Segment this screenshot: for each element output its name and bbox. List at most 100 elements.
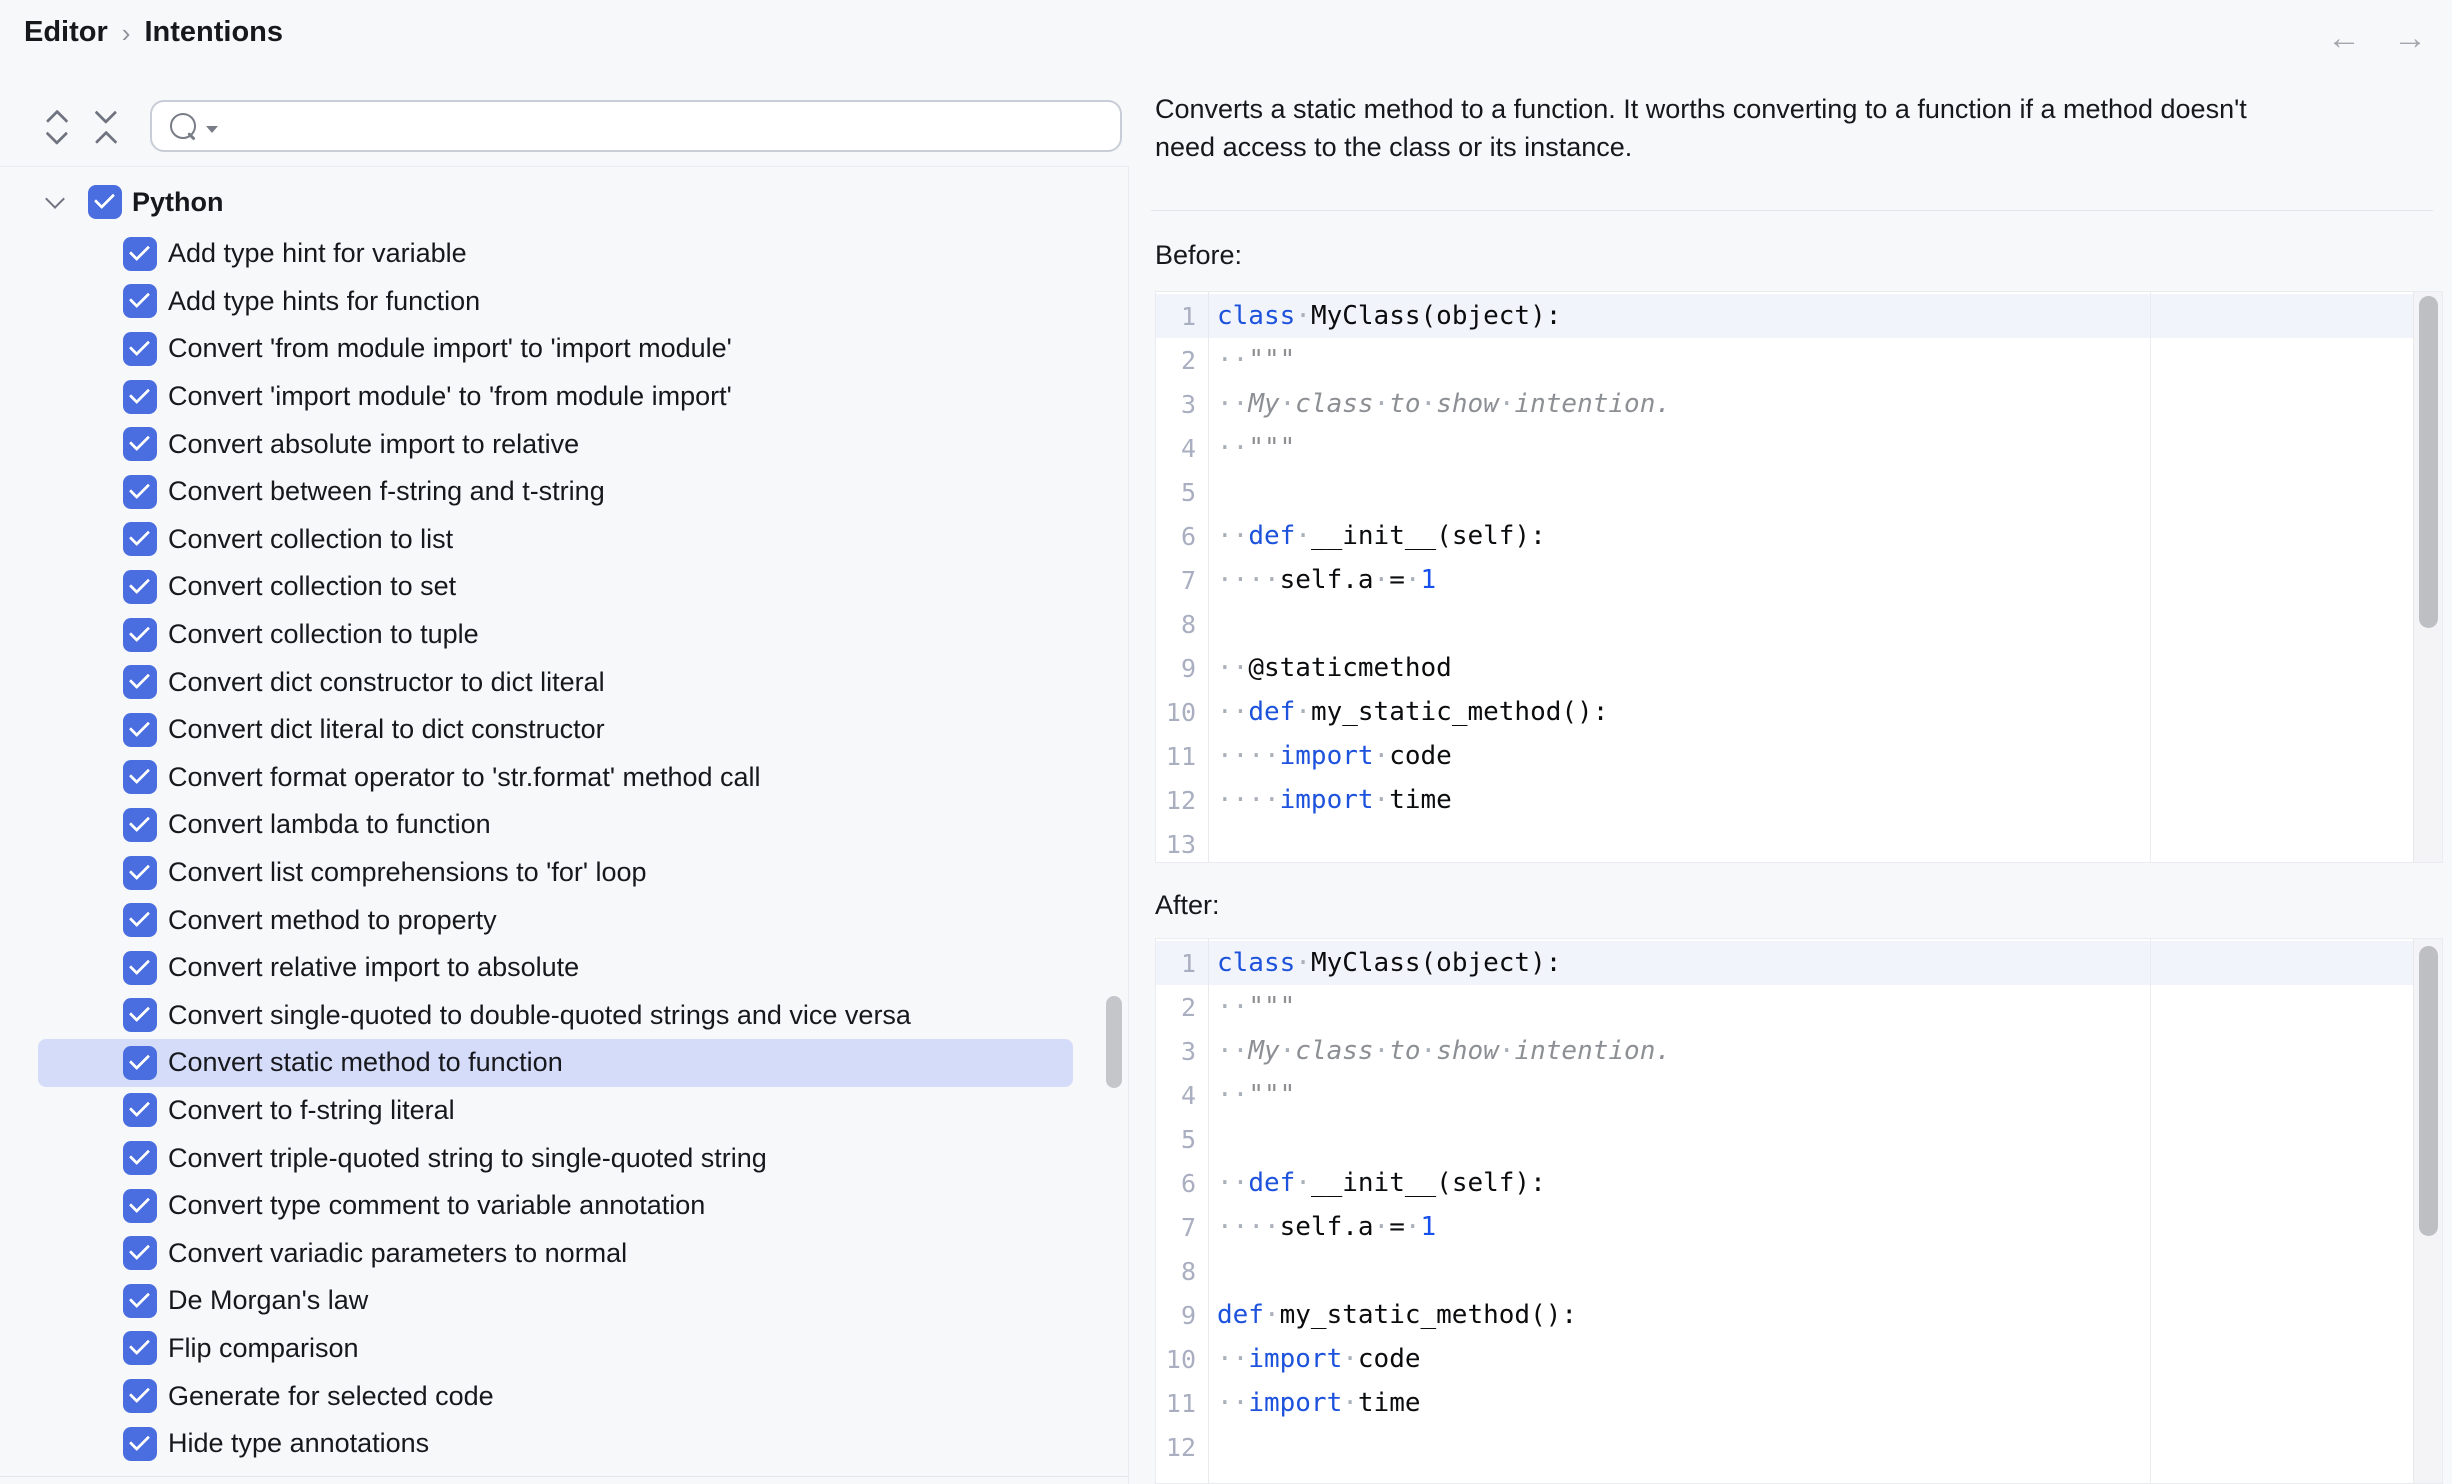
- checkbox-checked[interactable]: [123, 665, 157, 699]
- checkbox-checked[interactable]: [123, 332, 157, 366]
- intention-row[interactable]: Convert 'import module' to 'from module …: [38, 373, 1073, 421]
- checkbox-checked[interactable]: [123, 475, 157, 509]
- intention-row[interactable]: Add type hint for variable: [38, 230, 1073, 278]
- checkbox-checked[interactable]: [123, 1331, 157, 1365]
- code-line: 5: [1156, 470, 2414, 514]
- intention-row[interactable]: Add type hints for function: [38, 278, 1073, 326]
- after-code-editor: 1class·MyClass(object):2··"""3··My·class…: [1155, 938, 2443, 1484]
- code-line: 8: [1156, 1249, 2414, 1293]
- code-line: 2··""": [1156, 985, 2414, 1029]
- checkbox-checked[interactable]: [123, 427, 157, 461]
- intention-row[interactable]: Generate for selected code: [38, 1372, 1073, 1420]
- checkbox-checked[interactable]: [123, 1189, 157, 1223]
- intention-row[interactable]: Convert between f-string and t-string: [38, 468, 1073, 516]
- code-line: 7····self.a·=·1: [1156, 1205, 2414, 1249]
- intention-label: Convert collection to list: [168, 524, 453, 555]
- checkbox-checked[interactable]: [123, 760, 157, 794]
- intention-row[interactable]: Convert 'from module import' to 'import …: [38, 325, 1073, 373]
- editor-scrollbar-thumb[interactable]: [2419, 946, 2438, 1236]
- intention-detail-panel: Converts a static method to a function. …: [1128, 0, 2452, 1484]
- tree-scrollbar-thumb[interactable]: [1106, 996, 1122, 1088]
- checkbox-python[interactable]: [88, 185, 122, 219]
- checkbox-checked[interactable]: [123, 522, 157, 556]
- line-number: 12: [1156, 1433, 1208, 1462]
- intention-row[interactable]: Convert dict constructor to dict literal: [38, 658, 1073, 706]
- checkbox-checked[interactable]: [123, 856, 157, 890]
- intention-row[interactable]: Hide type annotations: [38, 1420, 1073, 1468]
- intention-row[interactable]: Convert single-quoted to double-quoted s…: [38, 992, 1073, 1040]
- intention-row[interactable]: Convert triple-quoted string to single-q…: [38, 1134, 1073, 1182]
- intention-row[interactable]: Convert relative import to absolute: [38, 944, 1073, 992]
- intention-row[interactable]: Convert format operator to 'str.format' …: [38, 754, 1073, 802]
- collapse-all-icon[interactable]: [88, 109, 124, 145]
- checkbox-checked[interactable]: [123, 1046, 157, 1080]
- breadcrumb-editor[interactable]: Editor: [24, 16, 108, 49]
- checkbox-checked[interactable]: [123, 237, 157, 271]
- intention-label: Generate for selected code: [168, 1381, 494, 1412]
- checkbox-checked[interactable]: [123, 1284, 157, 1318]
- line-number: 6: [1156, 522, 1208, 551]
- search-icon[interactable]: [170, 113, 196, 139]
- search-input[interactable]: [228, 105, 1120, 147]
- before-code-editor: 1class·MyClass(object):2··"""3··My·class…: [1155, 291, 2443, 863]
- checkbox-checked[interactable]: [123, 284, 157, 318]
- intention-row[interactable]: Convert method to property: [38, 896, 1073, 944]
- code-line: 9def·my_static_method():: [1156, 1293, 2414, 1337]
- intention-row[interactable]: De Morgan's law: [38, 1277, 1073, 1325]
- search-box[interactable]: [150, 100, 1122, 152]
- intention-row[interactable]: Convert lambda to function: [38, 801, 1073, 849]
- intention-row[interactable]: Convert collection to set: [38, 563, 1073, 611]
- intention-row[interactable]: Convert to f-string literal: [38, 1087, 1073, 1135]
- checkbox-checked[interactable]: [123, 1141, 157, 1175]
- intention-row[interactable]: Convert dict literal to dict constructor: [38, 706, 1073, 754]
- checkbox-checked[interactable]: [123, 570, 157, 604]
- code-line: 7····self.a·=·1: [1156, 558, 2414, 602]
- line-number: 12: [1156, 786, 1208, 815]
- line-number: 6: [1156, 1169, 1208, 1198]
- line-number: 4: [1156, 434, 1208, 463]
- breadcrumb-separator-icon: ›: [122, 16, 131, 49]
- detail-divider: [1151, 210, 2433, 211]
- tree-bottom-divider: [0, 1476, 1128, 1477]
- intention-row[interactable]: Convert list comprehensions to 'for' loo…: [38, 849, 1073, 897]
- after-label: After:: [1155, 890, 1220, 921]
- chevron-down-icon[interactable]: [45, 189, 65, 209]
- search-options-caret-icon[interactable]: [206, 126, 218, 133]
- expand-all-icon[interactable]: [39, 109, 75, 145]
- code-text: ··My·class·to·show·intention.: [1208, 389, 1671, 419]
- editor-scrollbar-track[interactable]: [2413, 939, 2442, 1483]
- intention-row[interactable]: Convert static method to function: [38, 1039, 1073, 1087]
- line-number: 10: [1156, 1345, 1208, 1374]
- checkbox-checked[interactable]: [123, 808, 157, 842]
- tree-group-python[interactable]: Python: [0, 178, 1100, 226]
- checkbox-checked[interactable]: [123, 1093, 157, 1127]
- code-line: 10··import·code: [1156, 1337, 2414, 1381]
- intention-label: Convert to f-string literal: [168, 1095, 455, 1126]
- intention-row[interactable]: Convert collection to list: [38, 516, 1073, 564]
- checkbox-checked[interactable]: [123, 713, 157, 747]
- intention-label: Convert collection to set: [168, 571, 456, 602]
- intention-label: Convert 'from module import' to 'import …: [168, 333, 732, 364]
- intention-row[interactable]: Convert type comment to variable annotat…: [38, 1182, 1073, 1230]
- checkbox-checked[interactable]: [123, 1427, 157, 1461]
- intention-label: Convert static method to function: [168, 1047, 563, 1078]
- code-line: 6··def·__init__(self):: [1156, 514, 2414, 558]
- code-line: 12: [1156, 1425, 2414, 1469]
- checkbox-checked[interactable]: [123, 998, 157, 1032]
- code-lines: 1class·MyClass(object):2··"""3··My·class…: [1156, 294, 2414, 863]
- line-number: 5: [1156, 478, 1208, 507]
- checkbox-checked[interactable]: [123, 1236, 157, 1270]
- code-line: 4··""": [1156, 1073, 2414, 1117]
- intention-row[interactable]: Convert absolute import to relative: [38, 420, 1073, 468]
- editor-scrollbar-track[interactable]: [2413, 292, 2442, 862]
- checkbox-checked[interactable]: [123, 618, 157, 652]
- intention-row[interactable]: Flip comparison: [38, 1325, 1073, 1373]
- checkbox-checked[interactable]: [123, 951, 157, 985]
- checkbox-checked[interactable]: [123, 380, 157, 414]
- editor-scrollbar-thumb[interactable]: [2419, 296, 2438, 628]
- intention-row[interactable]: Convert variadic parameters to normal: [38, 1229, 1073, 1277]
- intention-label: Convert between f-string and t-string: [168, 476, 605, 507]
- checkbox-checked[interactable]: [123, 1379, 157, 1413]
- intention-row[interactable]: Convert collection to tuple: [38, 611, 1073, 659]
- checkbox-checked[interactable]: [123, 903, 157, 937]
